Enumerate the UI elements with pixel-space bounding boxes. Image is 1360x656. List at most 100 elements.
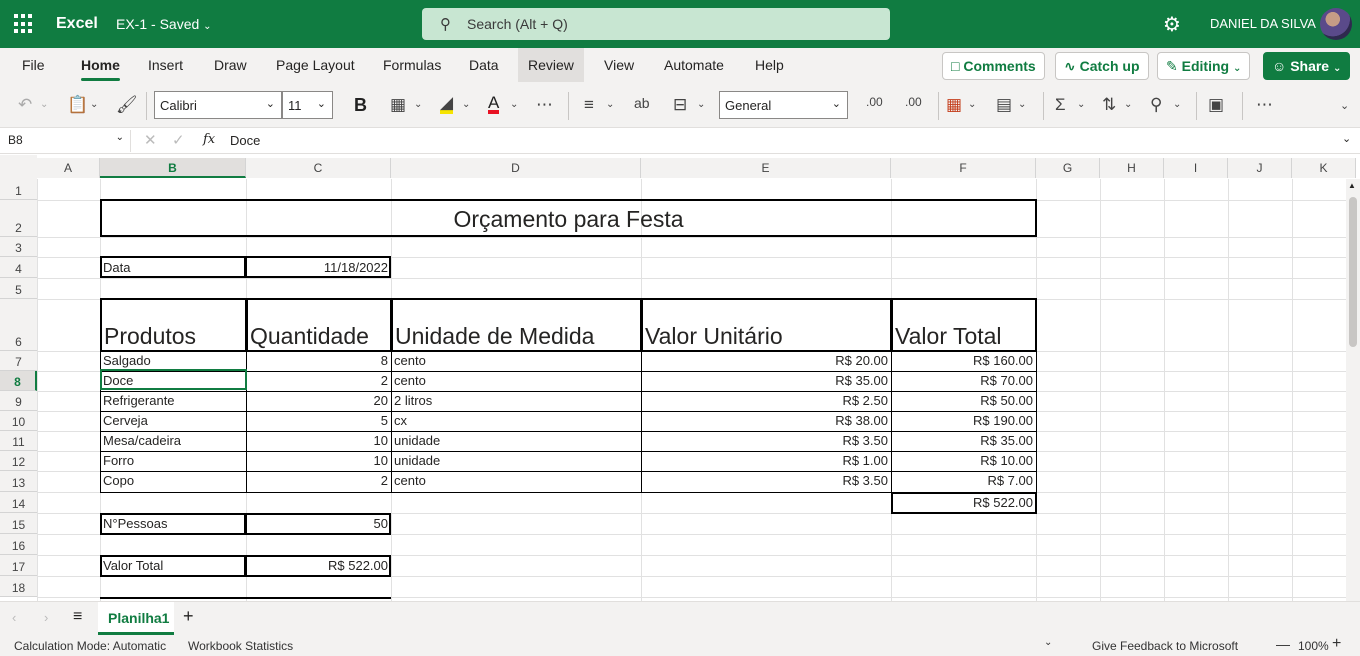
- tab-view[interactable]: View: [604, 57, 634, 73]
- table-cell[interactable]: R$ 1.00: [642, 452, 890, 470]
- column-header[interactable]: F: [891, 158, 1036, 178]
- table-cell[interactable]: cento: [392, 352, 640, 370]
- borders-icon[interactable]: ▦: [390, 95, 406, 115]
- table-cell[interactable]: R$ 38.00: [642, 412, 890, 430]
- more-font-options-icon[interactable]: ⋯: [536, 95, 553, 115]
- table-cell[interactable]: R$ 20.00: [642, 352, 890, 370]
- ribbon-collapse-icon[interactable]: ⌄: [1340, 99, 1349, 112]
- table-cell[interactable]: cento: [392, 372, 640, 390]
- merge-dropdown-icon[interactable]: ⌄: [697, 99, 705, 110]
- column-header[interactable]: H: [1100, 158, 1164, 178]
- column-header[interactable]: A: [37, 158, 100, 178]
- row-header[interactable]: 10: [0, 411, 37, 431]
- format-as-table-dropdown-icon[interactable]: ⌄: [1018, 99, 1026, 110]
- row-header[interactable]: 18: [0, 576, 37, 597]
- tab-data[interactable]: Data: [469, 57, 499, 73]
- insert-function-icon[interactable]: fx: [203, 132, 215, 147]
- column-header[interactable]: E: [641, 158, 891, 178]
- people-value[interactable]: 50: [246, 515, 390, 533]
- table-cell[interactable]: 2: [247, 372, 390, 390]
- next-sheet-icon[interactable]: ›: [44, 610, 48, 625]
- wrap-text-icon[interactable]: ab: [634, 95, 650, 111]
- fill-color-dropdown-icon[interactable]: ⌄: [462, 99, 470, 110]
- table-cell[interactable]: Copo: [101, 472, 245, 490]
- tab-page-layout[interactable]: Page Layout: [276, 57, 355, 73]
- table-header-cell[interactable]: Unidade de Medida: [393, 323, 640, 349]
- merge-cells-icon[interactable]: ⊟: [673, 95, 687, 115]
- autosum-dropdown-icon[interactable]: ⌄: [1077, 99, 1085, 110]
- row-header[interactable]: 13: [0, 471, 37, 492]
- scroll-up-icon[interactable]: ▲: [1348, 181, 1356, 190]
- cancel-icon[interactable]: ✕: [144, 131, 157, 149]
- tab-review[interactable]: Review: [518, 48, 584, 82]
- tab-insert[interactable]: Insert: [148, 57, 183, 73]
- table-cell[interactable]: cento: [392, 472, 640, 490]
- font-color-dropdown-icon[interactable]: ⌄: [510, 99, 518, 110]
- row-header[interactable]: 3: [0, 237, 37, 257]
- table-header-cell[interactable]: Valor Unitário: [643, 323, 890, 349]
- increase-decimal-icon[interactable]: .00: [866, 95, 883, 109]
- tab-file[interactable]: File: [22, 57, 45, 73]
- row-header[interactable]: 16: [0, 534, 37, 555]
- row-header[interactable]: 14: [0, 492, 37, 513]
- table-cell[interactable]: Salgado: [101, 352, 245, 370]
- select-all-corner[interactable]: [0, 155, 37, 179]
- catch-up-button[interactable]: ∿ Catch up: [1055, 52, 1149, 80]
- column-header[interactable]: K: [1292, 158, 1356, 178]
- tab-help[interactable]: Help: [755, 57, 784, 73]
- undo-dropdown-icon[interactable]: ⌄: [40, 99, 48, 110]
- calculation-mode[interactable]: Calculation Mode: Automatic: [14, 639, 166, 653]
- more-options-icon[interactable]: ⋯: [1256, 95, 1273, 115]
- vertical-scrollbar[interactable]: ▲: [1346, 179, 1360, 601]
- column-header[interactable]: G: [1036, 158, 1100, 178]
- table-cell[interactable]: R$ 35.00: [642, 372, 890, 390]
- sort-filter-dropdown-icon[interactable]: ⌄: [1124, 99, 1132, 110]
- date-value[interactable]: 11/18/2022: [246, 259, 390, 277]
- total-value[interactable]: R$ 522.00: [246, 557, 390, 575]
- table-cell[interactable]: 2: [247, 472, 390, 490]
- table-cell[interactable]: unidade: [392, 452, 640, 470]
- column-header[interactable]: I: [1164, 158, 1228, 178]
- column-header[interactable]: C: [246, 158, 391, 178]
- format-as-table-icon[interactable]: ▤: [996, 95, 1012, 115]
- app-launcher-icon[interactable]: [14, 14, 34, 34]
- document-name[interactable]: EX-1 - Saved ⌄: [116, 16, 212, 32]
- avatar[interactable]: [1320, 8, 1352, 40]
- row-header[interactable]: 8: [0, 371, 37, 391]
- row-header[interactable]: 12: [0, 451, 37, 471]
- chevron-down-icon[interactable]: ⌄: [1044, 637, 1052, 648]
- fill-color-icon[interactable]: ◢: [440, 94, 454, 114]
- prev-sheet-icon[interactable]: ‹: [12, 610, 16, 625]
- paste-dropdown-icon[interactable]: ⌄: [90, 99, 98, 110]
- table-cell[interactable]: Mesa/cadeira: [101, 432, 245, 450]
- font-size-select[interactable]: 11 ⌄: [282, 91, 333, 119]
- table-cell[interactable]: Forro: [101, 452, 245, 470]
- tab-formulas[interactable]: Formulas: [383, 57, 441, 73]
- scrollbar-thumb[interactable]: [1349, 197, 1357, 347]
- undo-icon[interactable]: ↶: [18, 95, 32, 115]
- people-label[interactable]: N°Pessoas: [101, 515, 245, 533]
- table-cell[interactable]: R$ 3.50: [642, 432, 890, 450]
- sum-total[interactable]: R$ 522.00: [892, 494, 1035, 512]
- find-icon[interactable]: ⚲: [1150, 95, 1162, 115]
- all-sheets-menu-icon[interactable]: ≡: [73, 608, 82, 626]
- row-header[interactable]: 1: [0, 179, 37, 200]
- sheet-title[interactable]: Orçamento para Festa: [100, 205, 1037, 233]
- number-format-select[interactable]: General ⌄: [719, 91, 848, 119]
- table-cell[interactable]: cx: [392, 412, 640, 430]
- analyze-data-icon[interactable]: ▣: [1208, 95, 1224, 115]
- conditional-formatting-dropdown-icon[interactable]: ⌄: [968, 99, 976, 110]
- conditional-formatting-icon[interactable]: ▦: [946, 95, 962, 115]
- table-cell[interactable]: 20: [247, 392, 390, 410]
- table-cell[interactable]: R$ 7.00: [892, 472, 1035, 490]
- row-header[interactable]: 15: [0, 513, 37, 534]
- expand-formula-bar-icon[interactable]: ⌄: [1342, 132, 1351, 145]
- row-header[interactable]: 4: [0, 257, 37, 278]
- find-dropdown-icon[interactable]: ⌄: [1173, 99, 1181, 110]
- align-dropdown-icon[interactable]: ⌄: [606, 99, 614, 110]
- row-header[interactable]: 2: [0, 200, 37, 237]
- table-cell[interactable]: R$ 190.00: [892, 412, 1035, 430]
- table-cell[interactable]: Cerveja: [101, 412, 245, 430]
- paste-icon[interactable]: 📋: [67, 95, 88, 115]
- tab-draw[interactable]: Draw: [214, 57, 247, 73]
